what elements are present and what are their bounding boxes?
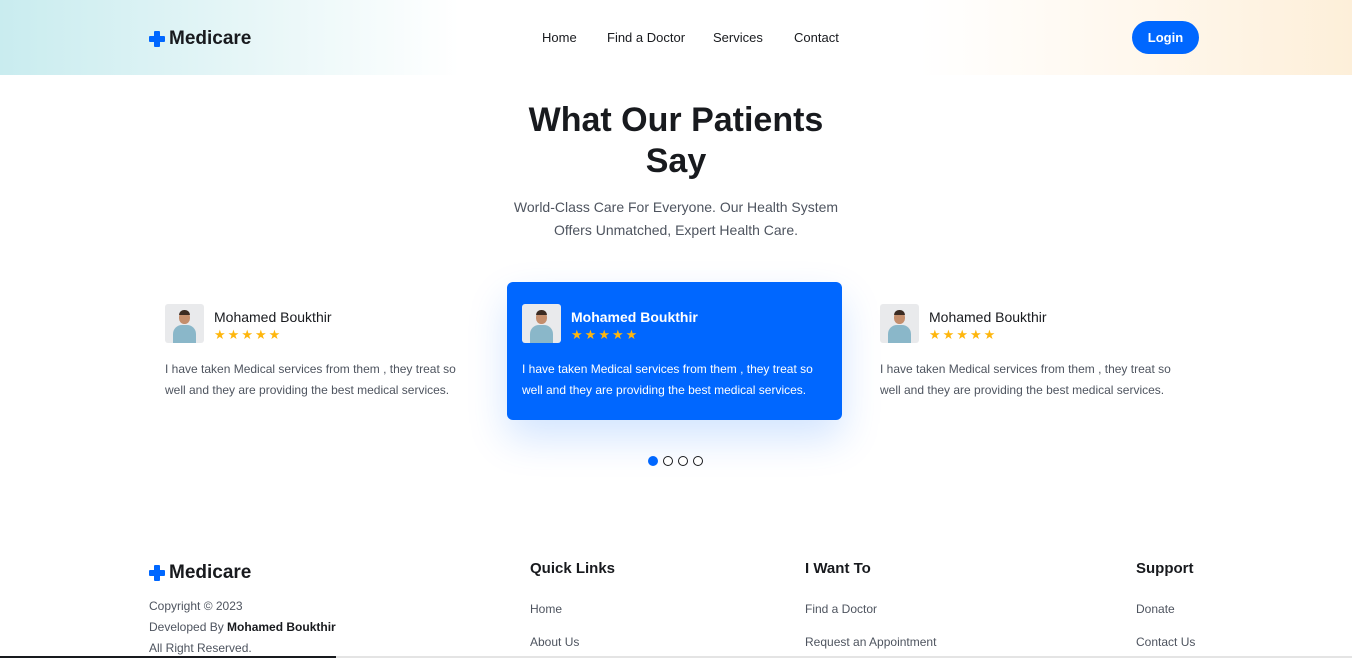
testimonial-quote: I have taken Medical services from them … — [522, 362, 813, 397]
nav-home[interactable]: Home — [542, 30, 577, 45]
star-icon: ★ — [227, 327, 240, 342]
footer-col-title-quick-links: Quick Links — [530, 560, 616, 577]
patient-name: Mohamed Boukthir — [214, 309, 332, 325]
developed-by: Developed By Mohamed Boukthir — [149, 617, 336, 638]
star-icon: ★ — [241, 327, 253, 342]
footer-link-about-us[interactable]: About Us — [530, 635, 579, 649]
nav-services[interactable]: Services — [713, 30, 763, 45]
section-title-line1: What Our Patients — [528, 101, 824, 139]
star-icon: ★ — [983, 327, 996, 342]
carousel-dot-3[interactable] — [678, 456, 688, 466]
testimonial-card[interactable]: Mohamed Boukthir ★ ★ ★ ★ ★ I have taken Medi… — [150, 282, 485, 420]
carousel-dot-4[interactable] — [693, 456, 703, 466]
star-icon: ★ — [969, 327, 982, 342]
carousel-pagination — [648, 456, 703, 466]
rating-stars: ★ ★ ★ ★ ★ — [214, 327, 332, 342]
star-icon: ★ — [254, 327, 267, 342]
copyright-text: Copyright © 2023 — [149, 599, 243, 613]
footer-link-home[interactable]: Home — [530, 602, 562, 616]
star-icon: ★ — [268, 327, 281, 342]
rating-stars: ★ ★ ★ ★ ★ — [929, 327, 1047, 342]
login-button[interactable]: Login — [1132, 21, 1199, 54]
nav-contact[interactable]: Contact — [794, 30, 839, 45]
patient-name: Mohamed Boukthir — [571, 309, 698, 325]
footer-logo-text: Medicare — [169, 562, 252, 583]
testimonial-card[interactable]: Mohamed Boukthir ★ ★ ★ ★ ★ I have taken Medi… — [865, 282, 1200, 420]
star-icon: ★ — [571, 327, 583, 342]
developer-name: Mohamed Boukthir — [227, 620, 336, 634]
avatar — [165, 304, 204, 343]
nav-find-a-doctor[interactable]: Find a Doctor — [607, 30, 685, 45]
footer-link-find-a-doctor[interactable]: Find a Doctor — [805, 602, 877, 616]
patient-name: Mohamed Boukthir — [929, 309, 1047, 325]
carousel-dot-2[interactable] — [663, 456, 673, 466]
footer-link-request-appointment[interactable]: Request an Appointment — [805, 635, 936, 649]
footer-link-donate[interactable]: Donate — [1136, 602, 1175, 616]
section-title: What Our Patients Say — [476, 100, 876, 182]
rights-text: All Right Reserved. — [149, 641, 252, 655]
testimonial-quote: I have taken Medical services from them … — [165, 362, 456, 397]
avatar — [880, 304, 919, 343]
star-icon: ★ — [956, 327, 968, 342]
section-title-line2: Say — [645, 142, 707, 180]
footer-logo[interactable]: Medicare — [149, 562, 251, 584]
footer-col-title-support: Support — [1136, 560, 1194, 577]
section-subtitle-line1: World-Class Care For Everyone. Our Healt… — [513, 199, 839, 215]
testimonial-card-active[interactable]: Mohamed Boukthir ★ ★ ★ ★ ★ I have taken Medi… — [507, 282, 842, 420]
testimonial-quote: I have taken Medical services from them … — [880, 362, 1171, 397]
section-subtitle-line2: Offers Unmatched, Expert Health Care. — [553, 222, 799, 238]
avatar — [522, 304, 561, 343]
carousel-dot-1[interactable] — [648, 456, 658, 466]
star-icon: ★ — [929, 327, 941, 342]
plus-icon — [149, 565, 165, 581]
footer-col-title-i-want-to: I Want To — [805, 560, 871, 577]
developed-by-label: Developed By — [149, 620, 228, 634]
star-icon: ★ — [584, 327, 597, 342]
star-icon: ★ — [942, 327, 955, 342]
site-header: Medicare Home Find a Doctor Services Con… — [0, 0, 1352, 75]
star-icon: ★ — [214, 327, 226, 342]
section-subtitle: World-Class Care For Everyone. Our Healt… — [476, 196, 876, 242]
rating-stars: ★ ★ ★ ★ ★ — [571, 327, 698, 342]
star-icon: ★ — [625, 327, 638, 342]
footer-link-contact-us[interactable]: Contact Us — [1136, 635, 1195, 649]
star-icon: ★ — [598, 327, 610, 342]
star-icon: ★ — [611, 327, 624, 342]
